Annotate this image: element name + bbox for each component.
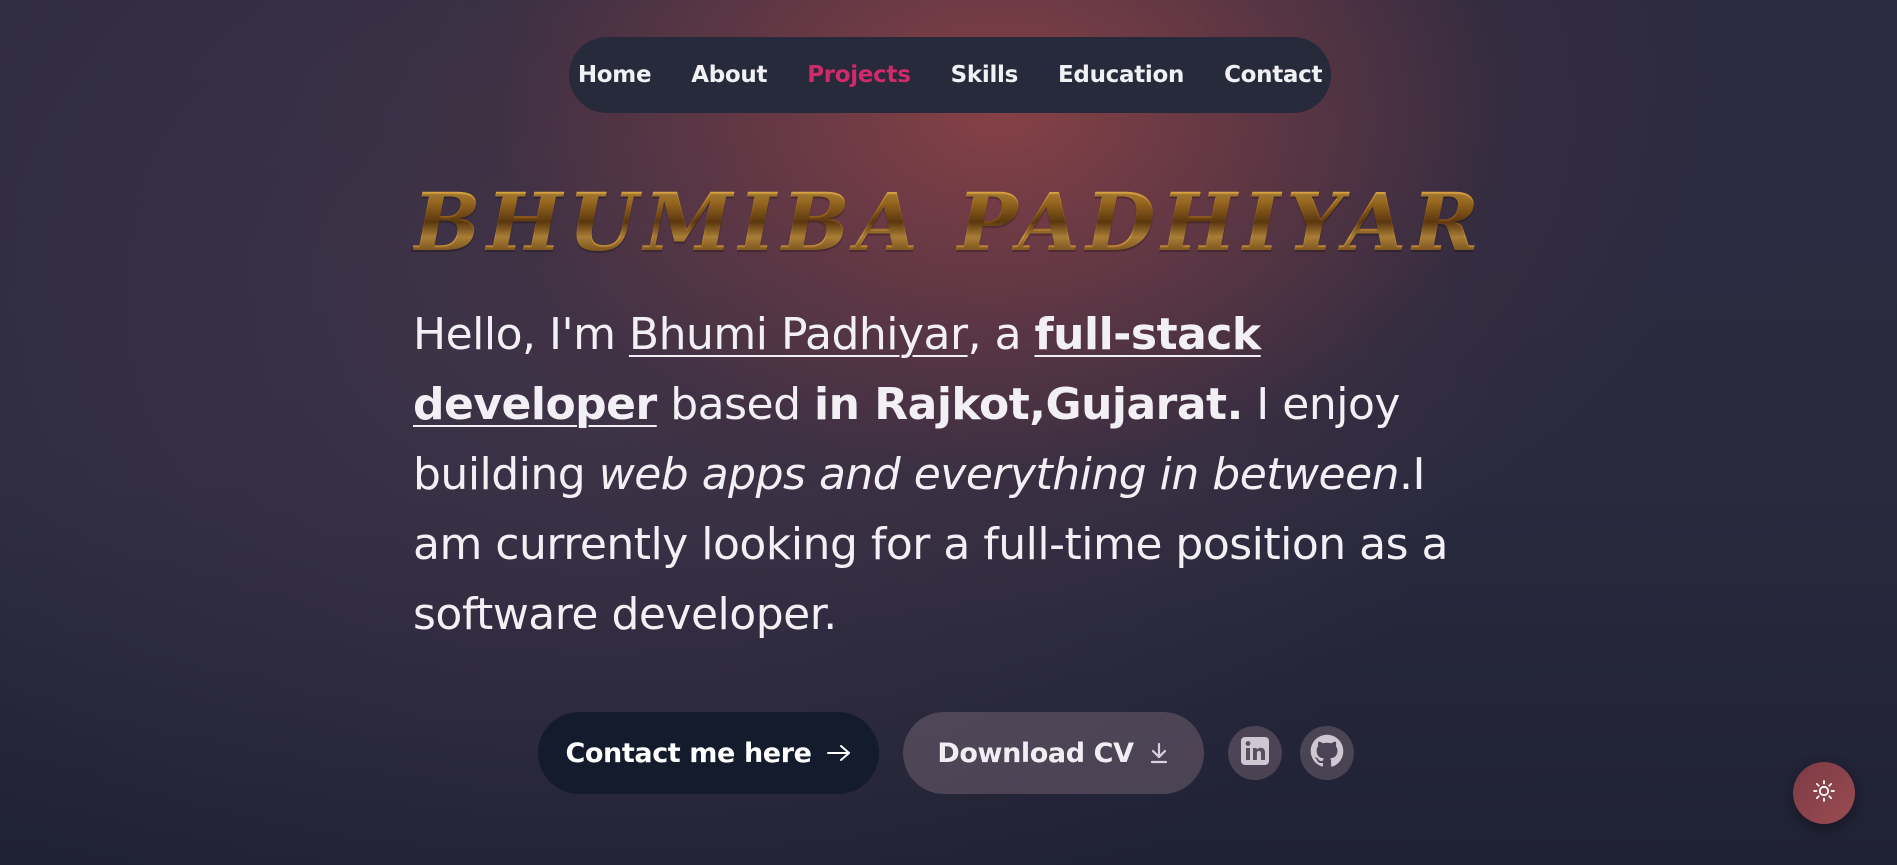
contact-me-label: Contact me here: [565, 737, 812, 769]
main-nav: Home About Projects Skills Education Con…: [569, 37, 1331, 113]
nav-item-projects[interactable]: Projects: [787, 62, 930, 88]
intro-part-1: Hello, I'm: [413, 309, 629, 360]
download-cv-button[interactable]: Download CV: [903, 712, 1204, 794]
linkedin-icon: [1240, 736, 1270, 770]
sun-icon: [1812, 779, 1836, 807]
nav-item-home[interactable]: Home: [558, 62, 671, 88]
nav-item-education[interactable]: Education: [1038, 62, 1204, 88]
arrow-right-icon: [826, 743, 852, 763]
download-icon: [1148, 741, 1170, 765]
nav-item-skills[interactable]: Skills: [931, 62, 1038, 88]
intro-name-link[interactable]: Bhumi Padhiyar: [629, 309, 968, 360]
github-icon: [1310, 734, 1344, 772]
linkedin-link[interactable]: [1228, 726, 1282, 780]
nav-item-contact[interactable]: Contact: [1204, 62, 1342, 88]
github-link[interactable]: [1300, 726, 1354, 780]
download-cv-label: Download CV: [937, 737, 1134, 769]
intro-text: Hello, I'm Bhumi Padhiyar, a full-stack …: [413, 300, 1483, 650]
contact-me-button[interactable]: Contact me here: [538, 712, 879, 794]
nav-item-about[interactable]: About: [671, 62, 787, 88]
theme-toggle-button[interactable]: [1793, 762, 1855, 824]
intro-part-3: based: [656, 379, 815, 430]
intro-interest: web apps and everything in between: [598, 449, 1400, 500]
intro-part-2: , a: [967, 309, 1035, 360]
intro-location: in Rajkot,Gujarat.: [814, 379, 1243, 430]
hero-title: BHUMIBA PADHIYAR: [413, 172, 1483, 272]
